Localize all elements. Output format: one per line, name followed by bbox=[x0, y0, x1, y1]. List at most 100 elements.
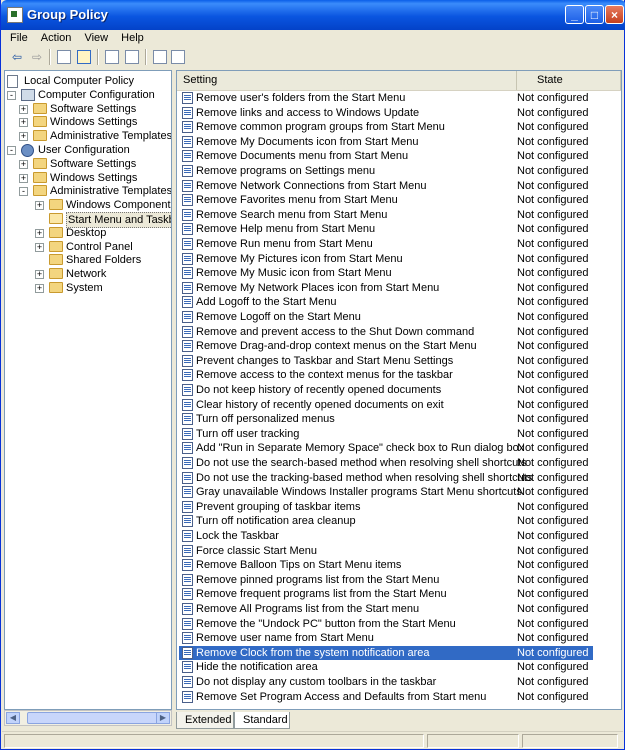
tree-node[interactable]: + Software Settings bbox=[5, 102, 171, 116]
table-row[interactable]: Remove My Network Places icon from Start… bbox=[179, 281, 593, 295]
tree-node-label[interactable]: Windows Settings bbox=[50, 115, 137, 129]
table-row[interactable]: Remove Balloon Tips on Start Menu items N… bbox=[179, 558, 593, 572]
back-icon[interactable]: ⇦ bbox=[9, 49, 25, 65]
help-icon[interactable] bbox=[153, 50, 167, 64]
minimize-button[interactable]: _ bbox=[565, 5, 584, 24]
tree-node-label[interactable]: Administrative Templates bbox=[50, 129, 171, 143]
table-row[interactable]: Remove and prevent access to the Shut Do… bbox=[179, 325, 593, 339]
console-tree[interactable]: Local Computer Policy - Computer Configura… bbox=[4, 70, 172, 710]
scroll-right-arrow-icon[interactable]: ▶ bbox=[156, 712, 170, 724]
forward-icon[interactable]: ⇨ bbox=[29, 49, 45, 65]
show-hide-tree-icon[interactable] bbox=[77, 50, 91, 64]
table-row[interactable]: Remove links and access to Windows Updat… bbox=[179, 106, 593, 120]
menu-help[interactable]: Help bbox=[116, 30, 149, 46]
table-row[interactable]: Remove Help menu from Start Menu Not conf… bbox=[179, 222, 593, 236]
tree-node-label[interactable]: Shared Folders bbox=[66, 253, 141, 267]
table-row[interactable]: Remove the "Undock PC" button from the S… bbox=[179, 617, 593, 631]
table-row[interactable]: Remove My Documents icon from Start Menu… bbox=[179, 135, 593, 149]
maximize-button[interactable]: □ bbox=[585, 5, 604, 24]
table-row[interactable]: Remove All Programs list from the Start … bbox=[179, 602, 593, 616]
close-button[interactable]: × bbox=[605, 5, 624, 24]
collapse-minus-icon[interactable]: - bbox=[7, 146, 16, 155]
tree-node-label[interactable]: User Configuration bbox=[38, 143, 130, 157]
tree-node[interactable]: - Computer Configuration bbox=[5, 88, 171, 102]
table-row[interactable]: Remove Set Program Access and Defaults f… bbox=[179, 690, 593, 704]
tree-node-label[interactable]: Administrative Templates bbox=[50, 184, 171, 198]
tree-node-label[interactable]: Software Settings bbox=[50, 157, 136, 171]
tab-standard[interactable]: Standard bbox=[234, 712, 290, 729]
table-row[interactable]: Do not keep history of recently opened d… bbox=[179, 383, 593, 397]
table-row[interactable]: Lock the Taskbar Not configured bbox=[179, 529, 593, 543]
table-row[interactable]: Gray unavailable Windows Installer progr… bbox=[179, 485, 593, 499]
tree-node-label[interactable]: Windows Settings bbox=[50, 171, 137, 185]
up-folder-icon[interactable] bbox=[57, 50, 71, 64]
tree-node-label[interactable]: Computer Configuration bbox=[38, 88, 155, 102]
tree-node[interactable]: + System bbox=[5, 281, 171, 295]
table-row[interactable]: Remove common program groups from Start … bbox=[179, 120, 593, 134]
expand-plus-icon[interactable]: + bbox=[19, 118, 28, 128]
scroll-left-arrow-icon[interactable]: ◀ bbox=[6, 712, 20, 724]
settings-list[interactable]: Setting State Remove user's folders from… bbox=[176, 70, 622, 710]
tree-node[interactable]: + Control Panel bbox=[5, 240, 171, 254]
tree-node-label[interactable]: Network bbox=[66, 267, 106, 281]
tree-node[interactable]: - Administrative Templates bbox=[5, 184, 171, 198]
table-row[interactable]: Do not use the search-based method when … bbox=[179, 456, 593, 470]
tree-horizontal-scrollbar[interactable]: ◀ ▶ bbox=[4, 710, 172, 726]
table-row[interactable]: Prevent changes to Taskbar and Start Men… bbox=[179, 354, 593, 368]
table-row[interactable]: Remove Run menu from Start Menu Not confi… bbox=[179, 237, 593, 251]
table-row[interactable]: Do not use the tracking-based method whe… bbox=[179, 471, 593, 485]
tree-node[interactable]: - User Configuration bbox=[5, 143, 171, 157]
table-row[interactable]: Remove Drag-and-drop context menus on th… bbox=[179, 339, 593, 353]
table-row[interactable]: Remove pinned programs list from the Sta… bbox=[179, 573, 593, 587]
expand-plus-icon[interactable]: + bbox=[35, 270, 44, 280]
tree-node[interactable]: Shared Folders bbox=[5, 253, 171, 267]
table-row[interactable]: Remove user's folders from the Start Men… bbox=[179, 91, 593, 105]
tab-extended[interactable]: Extended bbox=[176, 712, 234, 729]
title-bar[interactable]: Group Policy _ □ × bbox=[1, 0, 625, 30]
scroll-thumb[interactable] bbox=[27, 712, 159, 724]
expand-plus-icon[interactable]: + bbox=[19, 104, 28, 114]
tree-node[interactable]: + Windows Components bbox=[5, 198, 171, 212]
tree-node-label[interactable]: Desktop bbox=[66, 226, 106, 240]
export-list-icon[interactable] bbox=[125, 50, 139, 64]
table-row[interactable]: Force classic Start Menu Not configured bbox=[179, 544, 593, 558]
menu-view[interactable]: View bbox=[79, 30, 113, 46]
table-row[interactable]: Do not display any custom toolbars in th… bbox=[179, 675, 593, 689]
properties-icon[interactable] bbox=[105, 50, 119, 64]
table-row[interactable]: Remove user name from Start Menu Not conf… bbox=[179, 631, 593, 645]
table-row[interactable]: Turn off user tracking Not configured bbox=[179, 427, 593, 441]
column-state[interactable]: State bbox=[517, 71, 621, 90]
collapse-minus-icon[interactable]: - bbox=[19, 187, 28, 197]
table-row[interactable]: Turn off personalized menus Not configure… bbox=[179, 412, 593, 426]
table-row[interactable]: Turn off notification area cleanup Not co… bbox=[179, 514, 593, 528]
tree-node-label[interactable]: System bbox=[66, 281, 103, 295]
tree-node[interactable]: + Windows Settings bbox=[5, 115, 171, 129]
tree-node[interactable]: Start Menu and Taskbar bbox=[5, 212, 171, 228]
tree-node[interactable]: + Network bbox=[5, 267, 171, 281]
expand-plus-icon[interactable]: + bbox=[35, 201, 44, 211]
tree-node[interactable]: + Windows Settings bbox=[5, 171, 171, 185]
column-setting[interactable]: Setting bbox=[177, 71, 517, 90]
expand-plus-icon[interactable]: + bbox=[19, 132, 28, 142]
table-row[interactable]: Remove Favorites menu from Start Menu Not… bbox=[179, 193, 593, 207]
tree-node-label[interactable]: Windows Components bbox=[66, 198, 171, 212]
table-row[interactable]: Hide the notification area Not configured bbox=[179, 660, 593, 674]
table-row[interactable]: Remove Logoff on the Start Menu Not confi… bbox=[179, 310, 593, 324]
tree-node[interactable]: Local Computer Policy bbox=[5, 74, 171, 88]
table-row[interactable]: Remove My Music icon from Start Menu Not … bbox=[179, 266, 593, 280]
tree-node-label[interactable]: Control Panel bbox=[66, 240, 133, 254]
table-row[interactable]: Add Logoff to the Start Menu Not configur… bbox=[179, 295, 593, 309]
expand-plus-icon[interactable]: + bbox=[35, 284, 44, 293]
collapse-minus-icon[interactable]: - bbox=[7, 90, 16, 100]
table-row[interactable]: Remove Documents menu from Start Menu Not… bbox=[179, 149, 593, 163]
expand-plus-icon[interactable]: + bbox=[35, 228, 44, 238]
table-row[interactable]: Remove frequent programs list from the S… bbox=[179, 587, 593, 601]
menu-file[interactable]: File bbox=[5, 30, 33, 46]
expand-plus-icon[interactable]: + bbox=[35, 242, 44, 252]
expand-plus-icon[interactable]: + bbox=[19, 159, 28, 169]
menu-action[interactable]: Action bbox=[36, 30, 77, 46]
table-row[interactable]: Remove Clock from the system notificatio… bbox=[179, 645, 593, 660]
view-icon[interactable] bbox=[171, 50, 185, 64]
table-row[interactable]: Remove Network Connections from Start Me… bbox=[179, 179, 593, 193]
tree-node-label[interactable]: Software Settings bbox=[50, 102, 136, 116]
